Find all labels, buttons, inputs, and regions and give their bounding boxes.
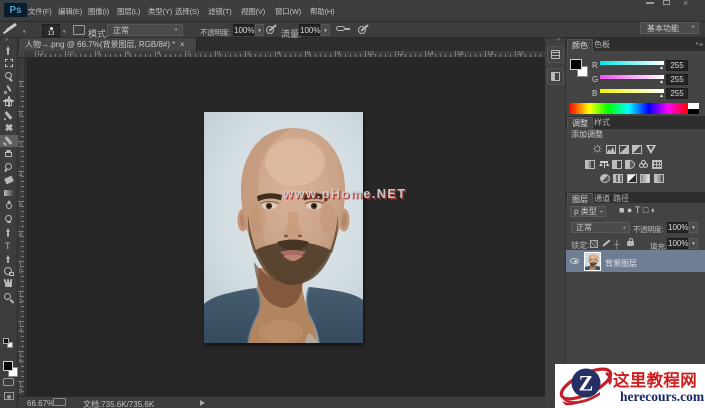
svg-text:Z: Z <box>579 371 594 396</box>
